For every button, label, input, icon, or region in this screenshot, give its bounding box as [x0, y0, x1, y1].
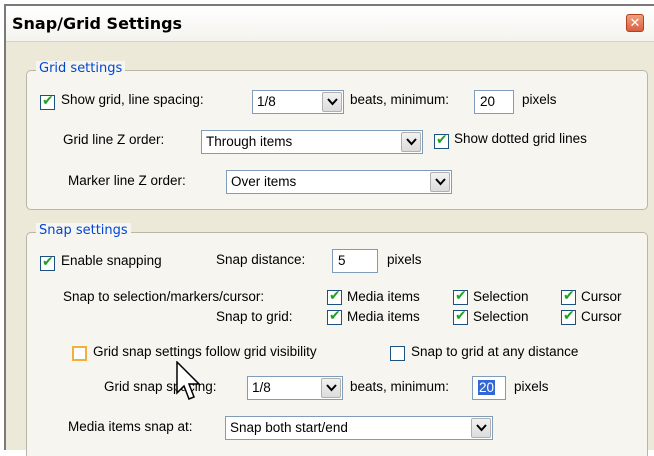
snap-distance-input[interactable]: 5	[332, 249, 378, 273]
chevron-down-icon[interactable]	[471, 418, 491, 438]
grid-cursor-label[interactable]: Cursor	[581, 309, 622, 324]
snap-minimum-value: 20	[478, 380, 496, 395]
media-snap-dropdown[interactable]: Snap both start/end	[225, 416, 493, 440]
sel-cursor-label[interactable]: Cursor	[581, 289, 622, 304]
grid-snap-spacing-dropdown[interactable]: 1/8	[247, 376, 343, 400]
media-snap-label: Media items snap at:	[68, 419, 193, 434]
sel-selection-label[interactable]: Selection	[473, 289, 529, 304]
beats-minimum-label: beats, minimum:	[350, 92, 450, 107]
grid-z-order-dropdown[interactable]: Through items	[201, 130, 423, 154]
grid-media-items-checkbox[interactable]: ✔	[327, 308, 342, 325]
grid-z-order-label: Grid line Z order:	[63, 132, 165, 147]
check-icon: ✔	[563, 288, 575, 304]
follow-visibility-label[interactable]: Grid snap settings follow grid visibilit…	[93, 344, 317, 359]
snap-distance-value: 5	[338, 253, 346, 268]
sel-media-items-checkbox[interactable]: ✔	[327, 288, 342, 305]
check-icon: ✔	[563, 308, 575, 324]
sel-media-items-label[interactable]: Media items	[347, 289, 420, 304]
any-distance-label[interactable]: Snap to grid at any distance	[411, 344, 578, 359]
any-distance-checkbox[interactable]	[390, 346, 405, 361]
grid-selection-label[interactable]: Selection	[473, 309, 529, 324]
enable-snapping-checkbox[interactable]: ✔	[40, 254, 55, 271]
show-grid-checkbox[interactable]: ✔	[40, 93, 55, 110]
grid-cursor-checkbox[interactable]: ✔	[561, 308, 576, 325]
mouse-pointer-icon	[176, 361, 201, 400]
check-icon: ✔	[42, 93, 54, 109]
chevron-down-icon[interactable]	[322, 92, 342, 112]
chevron-down-icon[interactable]	[321, 378, 341, 398]
sel-selection-checkbox[interactable]: ✔	[453, 288, 468, 305]
show-dotted-label[interactable]: Show dotted grid lines	[454, 131, 587, 146]
snap-to-selection-label: Snap to selection/markers/cursor:	[63, 289, 265, 304]
snap-beats-minimum-label: beats, minimum:	[350, 379, 450, 394]
marker-z-order-value: Over items	[231, 174, 297, 189]
follow-visibility-checkbox[interactable]	[72, 346, 87, 361]
check-icon: ✔	[436, 132, 448, 148]
grid-z-order-value: Through items	[206, 134, 293, 149]
check-icon: ✔	[329, 308, 341, 324]
check-icon: ✔	[455, 288, 467, 304]
check-icon: ✔	[42, 254, 54, 270]
grid-snap-spacing-value: 1/8	[252, 380, 271, 395]
marker-z-order-label: Marker line Z order:	[68, 173, 186, 188]
snap-grid-settings-window: Snap/Grid Settings ✕ Grid settings ✔ Sho…	[4, 4, 654, 456]
show-dotted-checkbox[interactable]: ✔	[434, 132, 449, 149]
pixels-label: pixels	[522, 92, 557, 107]
check-icon: ✔	[329, 288, 341, 304]
line-spacing-dropdown[interactable]: 1/8	[252, 90, 344, 114]
chevron-down-icon[interactable]	[430, 172, 450, 192]
show-grid-label[interactable]: Show grid, line spacing:	[61, 92, 204, 107]
snap-pixels-label: pixels	[514, 379, 549, 394]
marker-z-order-dropdown[interactable]: Over items	[226, 170, 452, 194]
line-spacing-value: 1/8	[257, 94, 276, 109]
sel-cursor-checkbox[interactable]: ✔	[561, 288, 576, 305]
enable-snapping-label[interactable]: Enable snapping	[61, 253, 162, 268]
grid-media-items-label[interactable]: Media items	[347, 309, 420, 324]
snap-distance-unit: pixels	[387, 252, 422, 267]
chevron-down-icon[interactable]	[401, 132, 421, 152]
close-icon[interactable]: ✕	[626, 14, 644, 32]
grid-minimum-value: 20	[480, 94, 496, 109]
snap-to-grid-label: Snap to grid:	[216, 309, 293, 324]
grid-settings-title: Grid settings	[36, 61, 126, 76]
media-snap-value: Snap both start/end	[230, 420, 348, 435]
grid-minimum-input[interactable]: 20	[474, 90, 514, 114]
snap-minimum-input[interactable]: 20	[472, 376, 506, 400]
snap-distance-label: Snap distance:	[216, 252, 306, 267]
check-icon: ✔	[455, 308, 467, 324]
grid-selection-checkbox[interactable]: ✔	[453, 308, 468, 325]
window-title: Snap/Grid Settings	[12, 14, 183, 33]
snap-settings-title: Snap settings	[36, 223, 131, 238]
title-bar[interactable]: Snap/Grid Settings ✕	[6, 6, 654, 42]
